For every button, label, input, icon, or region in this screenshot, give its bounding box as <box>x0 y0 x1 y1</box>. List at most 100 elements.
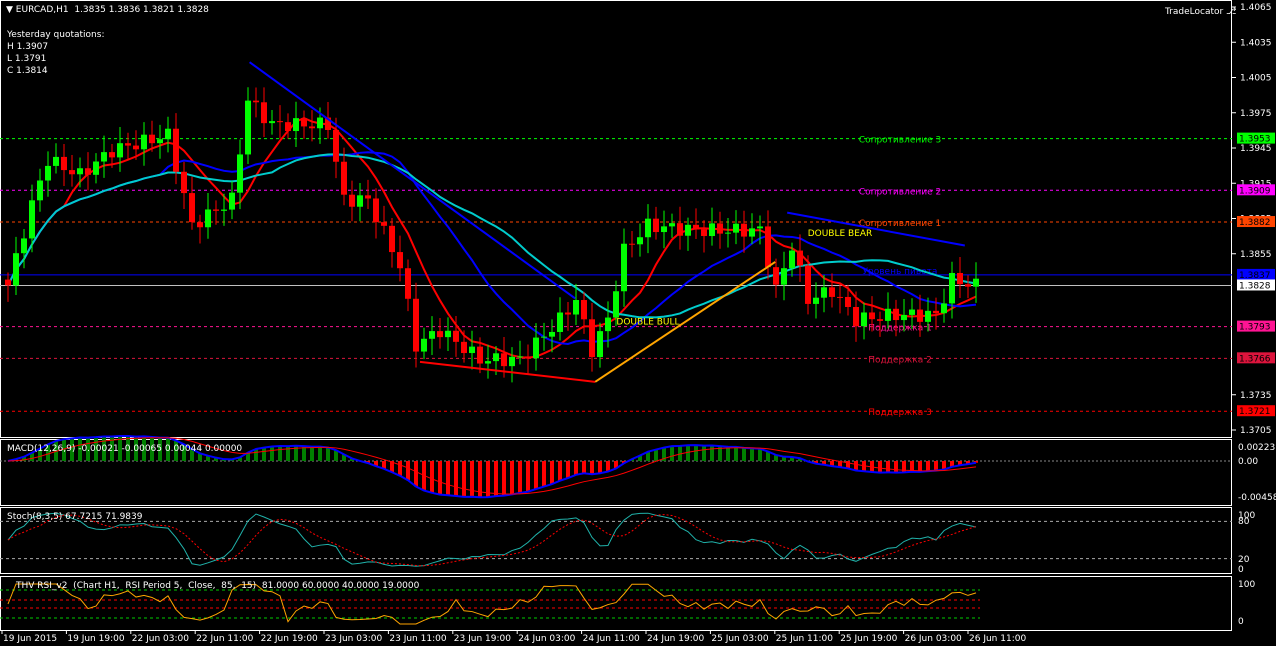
macd-tick-label: 0.00 <box>1238 457 1258 467</box>
candle-body <box>805 265 811 304</box>
pattern-label: DOUBLE BULL <box>616 317 679 327</box>
macd-title: MACD(12,26,9) -0.00021 -0.00065 0.00044 … <box>7 444 243 454</box>
time-tick-label: 23 Jun 03:00 <box>325 634 382 644</box>
candle-body <box>213 209 219 211</box>
candle-body <box>829 287 835 297</box>
rsi-title: THV RSI_v2 (Chart H1, RSI Period 5, Clos… <box>16 581 420 591</box>
candle-body <box>501 353 507 367</box>
price-tick-label: 1.3735 <box>1240 391 1272 401</box>
candle-body <box>597 331 603 358</box>
macd-histogram-bar <box>670 446 674 461</box>
candle-body <box>661 226 667 233</box>
time-tick-label: 26 Jun 11:00 <box>969 634 1026 644</box>
candle-body <box>309 126 315 129</box>
candle-body <box>901 314 907 321</box>
candle-body <box>37 180 43 201</box>
macd-histogram-bar <box>886 461 890 473</box>
candle-body <box>869 312 875 320</box>
macd-histogram-bar <box>598 461 602 474</box>
macd-histogram-bar <box>918 461 922 472</box>
price-marker-label: 1.3766 <box>1239 354 1271 364</box>
macd-histogram-bar <box>518 461 522 493</box>
candle-body <box>29 200 35 239</box>
macd-histogram-bar <box>454 461 458 496</box>
yesterday-title: Yesterday quotations: <box>7 30 105 40</box>
candle-body <box>189 193 195 223</box>
candle-body <box>797 250 803 266</box>
candle-body <box>893 308 899 321</box>
candle-body <box>77 168 83 175</box>
candle-body <box>749 228 755 237</box>
symbol-header: ▼ EURCAD,H1 1.3835 1.3836 1.3821 1.3828 <box>6 5 209 15</box>
macd-histogram-bar <box>550 461 554 485</box>
macd-histogram-bar <box>326 447 330 461</box>
candle-body <box>517 356 523 358</box>
chart-canvas[interactable]: 1.40651.40351.40051.39751.39451.39151.38… <box>0 0 1276 646</box>
candle-body <box>605 317 611 332</box>
candle-body <box>421 338 427 352</box>
candle-body <box>85 168 91 175</box>
level-label: Поддержка 3 <box>868 408 932 418</box>
candle-body <box>917 309 923 322</box>
candle-body <box>221 209 227 211</box>
candle-body <box>173 128 179 172</box>
macd-histogram-bar <box>742 447 746 461</box>
yesterday-high: H 1.3907 <box>7 42 49 52</box>
time-tick-label: 25 Jun 11:00 <box>776 634 833 644</box>
candle-body <box>485 361 491 364</box>
candle-body <box>653 218 659 233</box>
macd-histogram-bar <box>502 461 506 496</box>
candle-body <box>949 272 955 304</box>
brand-text: TradeLocator <box>1165 7 1224 17</box>
pane-border-2 <box>0 507 1232 574</box>
price-tick-label: 1.3975 <box>1240 109 1272 119</box>
macd-histogram-bar <box>542 461 546 487</box>
time-tick-label: 25 Jun 03:00 <box>711 634 768 644</box>
time-tick-label: 23 Jun 11:00 <box>389 634 446 644</box>
macd-histogram-bar <box>734 446 738 461</box>
candle-body <box>357 195 363 207</box>
stoch-tick-label: 0 <box>1238 565 1244 575</box>
candle-body <box>813 297 819 304</box>
candle-body <box>333 129 339 162</box>
candle-body <box>45 165 51 181</box>
time-tick-label: 22 Jun 19:00 <box>261 634 318 644</box>
candle-body <box>781 268 787 285</box>
macd-histogram-bar <box>582 461 586 474</box>
candle-body <box>125 143 131 146</box>
time-tick-label: 24 Jun 19:00 <box>647 634 704 644</box>
price-marker-label: 1.3953 <box>1239 135 1271 145</box>
candle-body <box>765 226 771 268</box>
candle-body <box>629 243 635 245</box>
macd-histogram-bar <box>310 446 314 461</box>
level-label: Поддержка 2 <box>868 355 932 365</box>
candle-body <box>861 312 867 327</box>
candle-body <box>565 312 571 315</box>
candle-body <box>909 309 915 315</box>
candle-body <box>541 336 547 338</box>
candle-body <box>157 139 163 144</box>
macd-histogram-bar <box>510 461 514 495</box>
candle-body <box>101 152 107 162</box>
macd-histogram-bar <box>470 461 474 497</box>
candle-body <box>877 319 883 321</box>
candle-body <box>549 331 555 337</box>
pane-border-0 <box>0 0 1232 438</box>
macd-histogram-bar <box>758 448 762 461</box>
candle-body <box>69 170 75 175</box>
candle-body <box>589 319 595 358</box>
macd-histogram-bar <box>894 461 898 473</box>
level-label: Сопротивление 2 <box>859 187 941 197</box>
candle-body <box>445 330 451 338</box>
candle-body <box>397 252 403 269</box>
candle-body <box>13 253 19 286</box>
price-marker-label: 1.3882 <box>1239 218 1271 228</box>
macd-histogram-bar <box>878 461 882 473</box>
macd-histogram-bar <box>270 446 274 461</box>
yesterday-low: L 1.3791 <box>7 54 47 64</box>
macd-histogram-bar <box>694 445 698 461</box>
macd-histogram-bar <box>254 449 258 461</box>
price-tick-label: 1.4035 <box>1240 38 1272 48</box>
macd-histogram-bar <box>726 446 730 461</box>
trendline <box>419 360 596 383</box>
